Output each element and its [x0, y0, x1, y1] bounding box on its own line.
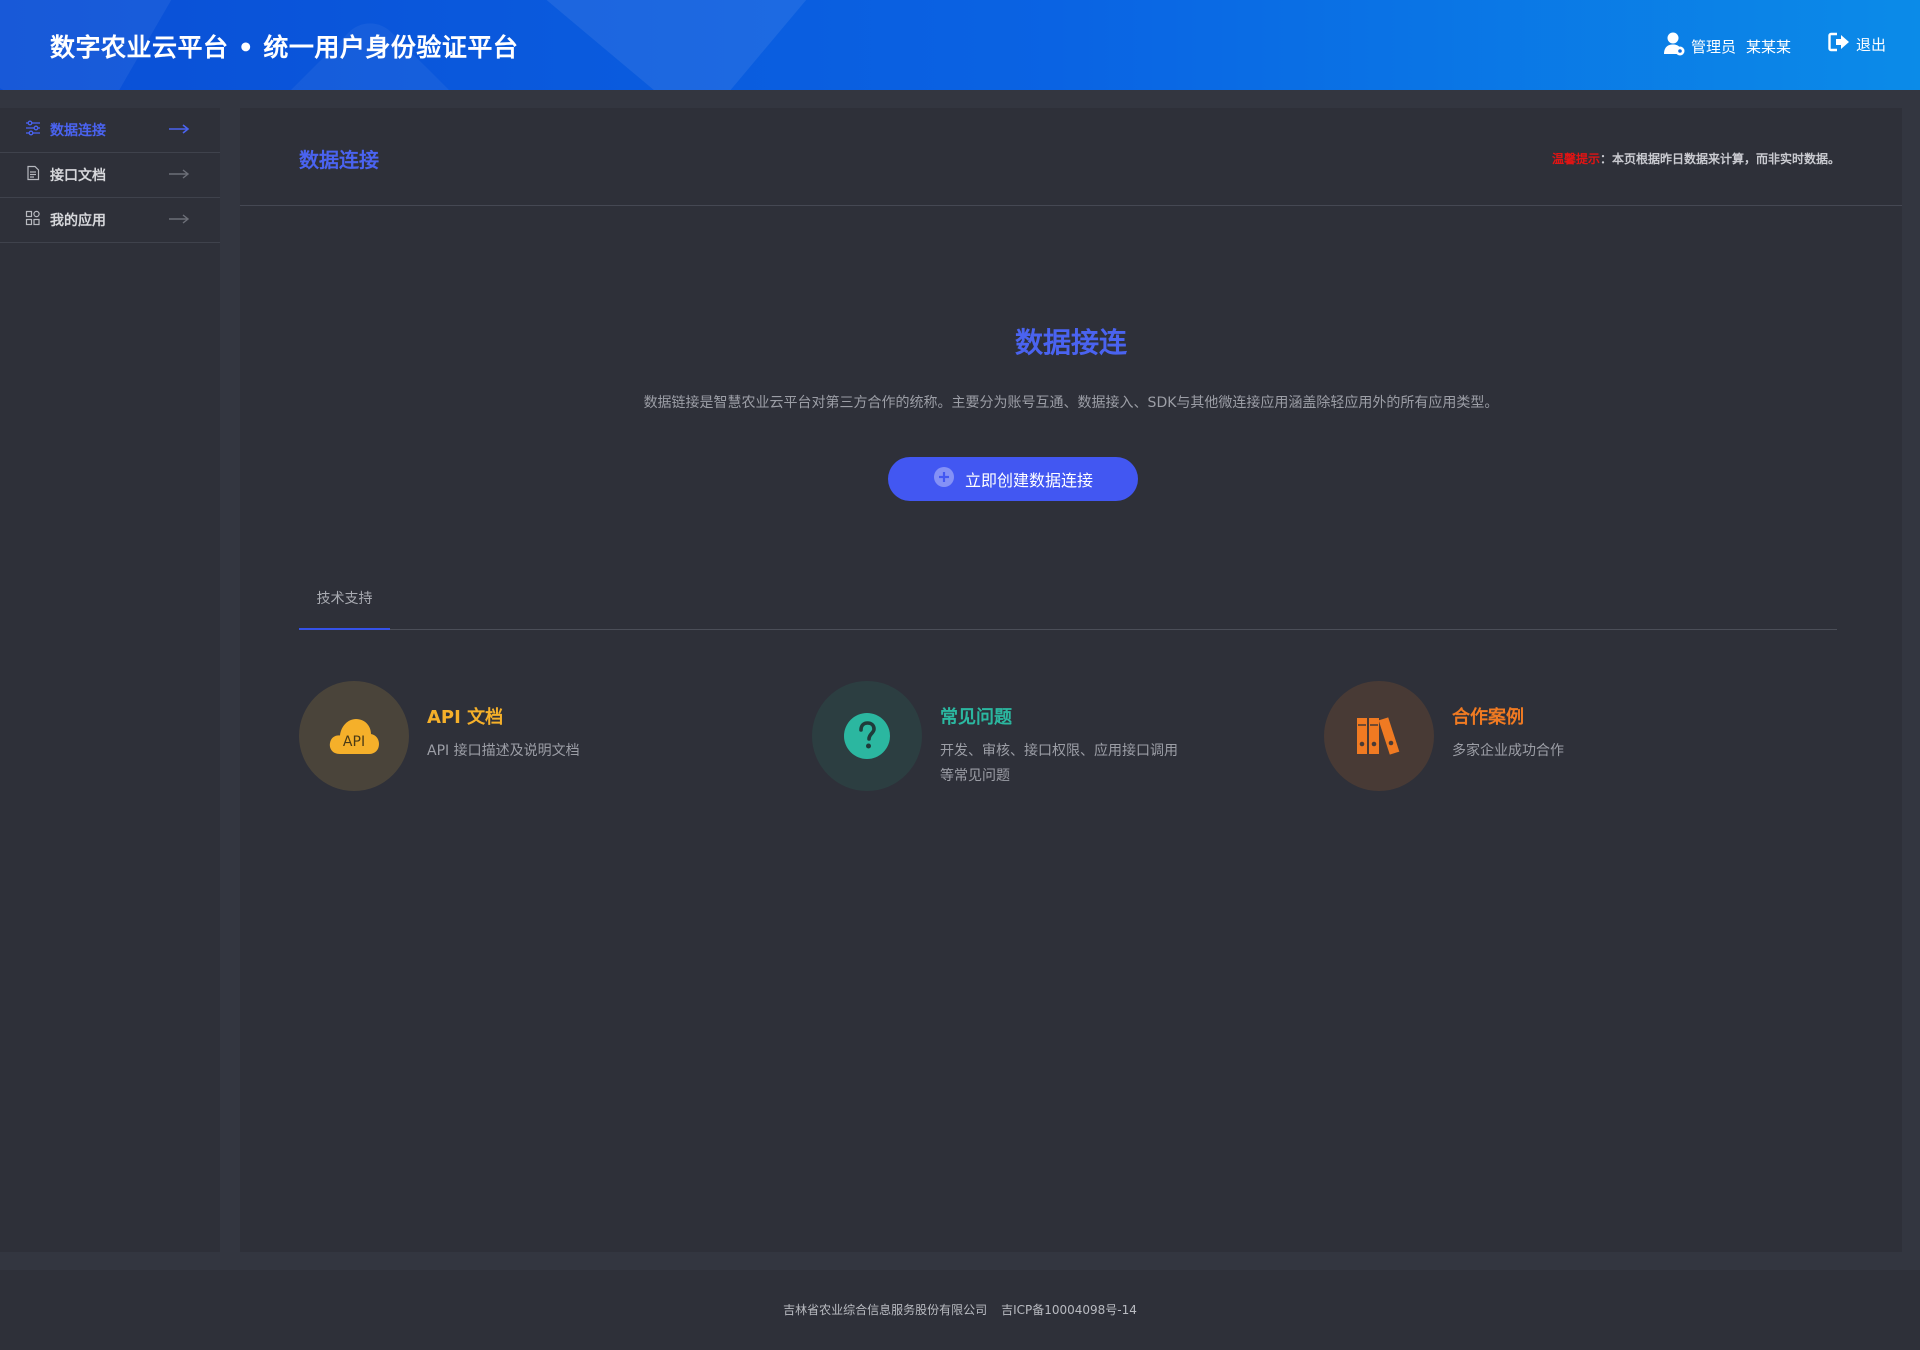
hero-description: 数据链接是智慧农业云平台对第三方合作的统称。主要分为账号互通、数据接入、SDK与… — [643, 395, 1499, 411]
sidebar-item-label: 我的应用 — [50, 213, 106, 229]
footer: 吉林省农业综合信息服务股份有限公司 吉ICP备10004098号-14 — [0, 1270, 1920, 1350]
document-icon — [25, 165, 41, 185]
header: 数字农业云平台 • 统一用户身份验证平台 管理员 某某某 退出 — [0, 0, 1920, 90]
api-cloud-icon: API — [299, 681, 409, 791]
create-button-label: 立即创建数据连接 — [964, 471, 1093, 490]
question-icon — [812, 681, 922, 791]
app-title: 数字农业云平台 • 统一用户身份验证平台 — [50, 33, 519, 62]
arrow-right-icon — [168, 122, 190, 140]
sidebar-item-label: 数据连接 — [50, 123, 106, 139]
user-role: 管理员 — [1691, 37, 1737, 56]
tab-bar: 技术支持 — [299, 570, 1837, 630]
hero-title: 数据接连 — [1014, 326, 1127, 359]
create-data-connection-button[interactable]: 立即创建数据连接 — [888, 457, 1138, 501]
notice: 温馨提示：本页根据昨日数据来计算，而非实时数据。 — [1552, 150, 1840, 167]
card-cases[interactable]: 合作案例 多家企业成功合作 — [1324, 681, 1692, 791]
card-description: API 接口描述及说明文档 — [427, 743, 580, 759]
sliders-icon — [25, 120, 41, 140]
sidebar: 数据连接 接口文档 我的应用 — [0, 108, 220, 1252]
arrow-right-icon — [168, 167, 190, 185]
sidebar-item-my-apps[interactable]: 我的应用 — [0, 198, 220, 243]
plus-circle-icon — [933, 466, 955, 492]
card-description: 开发、审核、接口权限、应用接口调用等常见问题 — [940, 743, 1178, 784]
notice-warn-label: 温馨提示 — [1551, 152, 1600, 166]
card-title: 合作案例 — [1452, 707, 1524, 728]
footer-icp-link[interactable]: 吉ICP备10004098号-14 — [1001, 1303, 1137, 1317]
main-panel: 数据连接 温馨提示：本页根据昨日数据来计算，而非实时数据。 数据接连 数据链接是… — [240, 108, 1902, 1252]
user-info[interactable]: 管理员 某某某 — [1663, 32, 1791, 60]
svg-text:API: API — [343, 734, 365, 750]
books-icon — [1324, 681, 1434, 791]
footer-company: 吉林省农业综合信息服务股份有限公司 — [783, 1303, 988, 1317]
user-name: 某某某 — [1746, 37, 1792, 56]
card-title: API 文档 — [427, 707, 504, 728]
sidebar-item-data-connection[interactable]: 数据连接 — [0, 108, 220, 153]
header-decoration — [499, 0, 841, 90]
page-title: 数据连接 — [299, 148, 379, 172]
user-admin-icon — [1663, 32, 1685, 60]
apps-grid-icon — [25, 210, 41, 230]
card-api-docs[interactable]: API API 文档 API 接口描述及说明文档 — [299, 681, 667, 791]
notice-text: ：本页根据昨日数据来计算，而非实时数据。 — [1599, 152, 1840, 166]
tab-tech-support[interactable]: 技术支持 — [299, 570, 390, 630]
card-description: 多家企业成功合作 — [1452, 743, 1564, 759]
sidebar-item-label: 接口文档 — [50, 168, 106, 184]
logout-button[interactable]: 退出 — [1828, 32, 1886, 56]
sidebar-item-api-docs[interactable]: 接口文档 — [0, 153, 220, 198]
arrow-right-icon — [168, 212, 190, 230]
card-faq[interactable]: 常见问题 开发、审核、接口权限、应用接口调用等常见问题 — [812, 681, 1180, 791]
main-header: 数据连接 温馨提示：本页根据昨日数据来计算，而非实时数据。 — [240, 108, 1902, 206]
logout-icon — [1828, 32, 1850, 56]
card-title: 常见问题 — [940, 707, 1012, 728]
logout-label: 退出 — [1856, 35, 1887, 54]
